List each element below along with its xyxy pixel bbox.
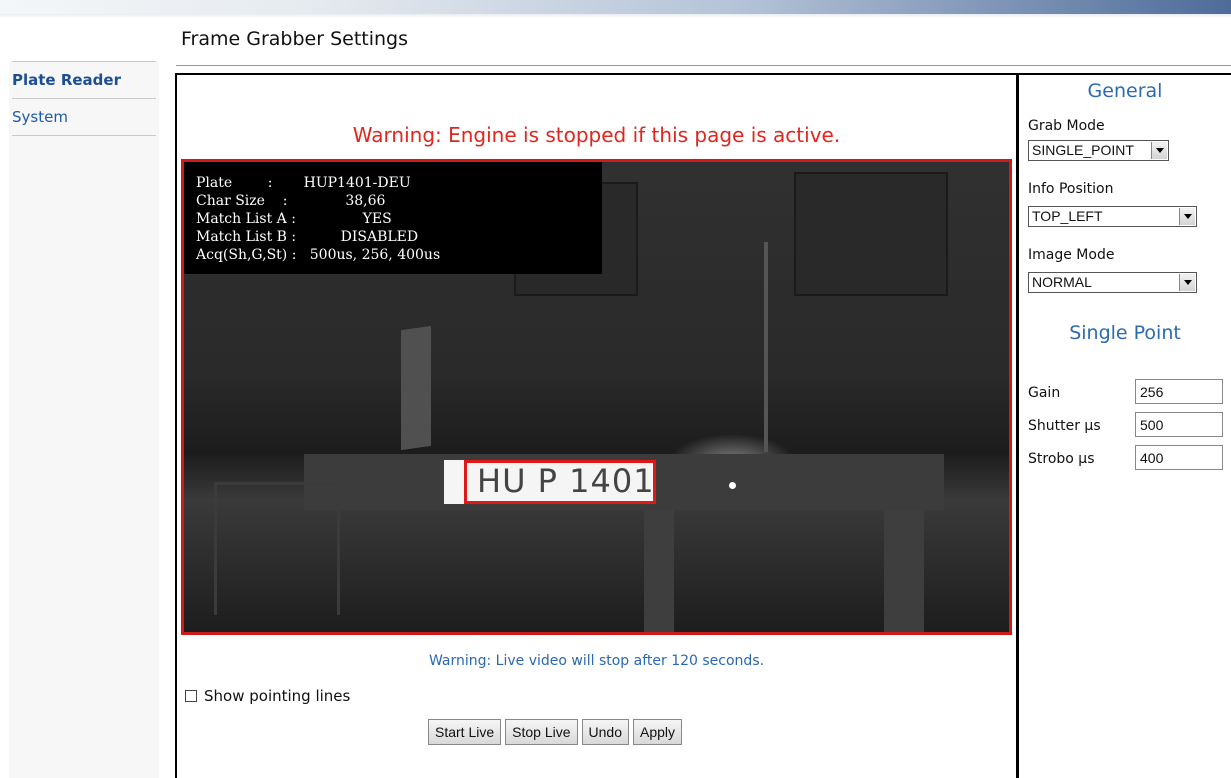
info-position-label: Info Position bbox=[1028, 181, 1114, 197]
top-banner-shadow bbox=[0, 14, 1231, 18]
general-heading: General bbox=[1087, 80, 1163, 102]
grab-mode-label: Grab Mode bbox=[1028, 118, 1105, 134]
desk-leg bbox=[884, 510, 924, 632]
action-buttons: Start Live Stop Live Undo Apply bbox=[428, 719, 683, 745]
top-banner bbox=[0, 0, 1231, 14]
desk-leg bbox=[644, 510, 674, 632]
show-pointing-lines-checkbox[interactable] bbox=[185, 690, 197, 702]
wall-picture-frame bbox=[794, 172, 948, 296]
gain-input[interactable] bbox=[1135, 379, 1223, 404]
show-pointing-lines-option[interactable]: Show pointing lines bbox=[185, 687, 350, 705]
page-title: Frame Grabber Settings bbox=[181, 28, 409, 50]
info-line-plate: Plate : HUP1401-DEU bbox=[196, 175, 411, 191]
light-reflection bbox=[729, 482, 736, 489]
plate-detection-box bbox=[464, 460, 656, 504]
info-line-acquisition: Acq(Sh,G,St) : 500us, 256, 400us bbox=[196, 247, 441, 263]
image-mode-select[interactable]: NORMAL bbox=[1028, 272, 1197, 293]
chevron-down-icon[interactable] bbox=[1179, 274, 1195, 291]
info-position-select[interactable]: TOP_LEFT bbox=[1028, 206, 1197, 227]
sidebar-item-plate-reader[interactable]: Plate Reader bbox=[12, 61, 156, 99]
strobo-input[interactable] bbox=[1135, 445, 1223, 470]
sidebar-item-system[interactable]: System bbox=[12, 99, 156, 136]
engine-stopped-warning: Warning: Engine is stopped if this page … bbox=[352, 123, 841, 147]
image-mode-value: NORMAL bbox=[1032, 274, 1092, 290]
title-divider bbox=[176, 65, 1231, 66]
plate-info-text: Plate : HUP1401-DEU Char Size : 38,66 Ma… bbox=[196, 174, 440, 264]
show-pointing-lines-label: Show pointing lines bbox=[204, 687, 351, 705]
main-panel: Warning: Engine is stopped if this page … bbox=[175, 73, 1018, 778]
shutter-label: Shutter µs bbox=[1028, 418, 1101, 434]
image-mode-label: Image Mode bbox=[1028, 247, 1115, 263]
stop-live-button[interactable]: Stop Live bbox=[505, 719, 578, 745]
shutter-input[interactable] bbox=[1135, 412, 1223, 437]
info-position-value: TOP_LEFT bbox=[1032, 208, 1103, 224]
monitor-silhouette bbox=[401, 325, 431, 451]
sidebar: Plate Reader System bbox=[9, 61, 159, 778]
info-line-match-list-b: Match List B : DISABLED bbox=[196, 229, 419, 245]
chair-silhouette bbox=[214, 482, 340, 615]
plate-info-overlay: Plate : HUP1401-DEU Char Size : 38,66 Ma… bbox=[184, 162, 602, 274]
undo-button[interactable]: Undo bbox=[581, 719, 629, 745]
strobo-label: Strobo µs bbox=[1028, 451, 1095, 467]
apply-button[interactable]: Apply bbox=[632, 719, 683, 745]
info-line-match-list-a: Match List A : YES bbox=[196, 211, 392, 227]
grab-mode-value: SINGLE_POINT bbox=[1032, 142, 1134, 158]
single-point-heading: Single Point bbox=[1069, 322, 1181, 344]
lamp-silhouette bbox=[764, 242, 768, 452]
start-live-button[interactable]: Start Live bbox=[428, 719, 502, 745]
live-video-frame: Plate : HUP1401-DEU Char Size : 38,66 Ma… bbox=[181, 159, 1012, 635]
grab-mode-select[interactable]: SINGLE_POINT bbox=[1028, 140, 1169, 161]
gain-label: Gain bbox=[1028, 385, 1061, 401]
live-video-timeout-warning: Warning: Live video will stop after 120 … bbox=[428, 653, 765, 669]
info-line-char-size: Char Size : 38,66 bbox=[196, 193, 386, 209]
chevron-down-icon[interactable] bbox=[1179, 208, 1195, 225]
settings-panel: General Grab Mode SINGLE_POINT Info Posi… bbox=[1017, 73, 1231, 778]
chevron-down-icon[interactable] bbox=[1151, 142, 1167, 159]
